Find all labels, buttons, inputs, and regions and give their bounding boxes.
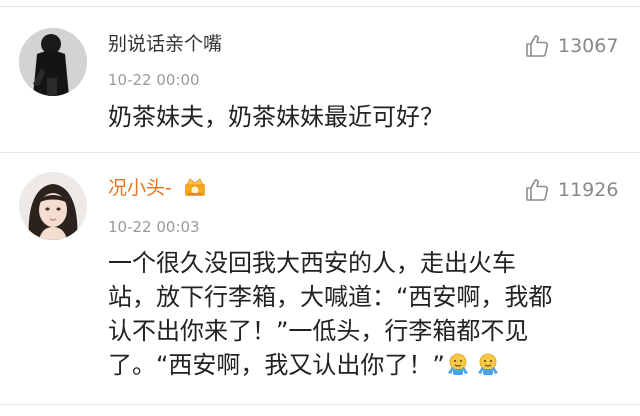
comment-line: 认不出你来了！”一低头，行李箱都不见	[108, 317, 529, 345]
comment-line: 站，放下行李箱，大喊道：“西安啊，我都	[108, 283, 553, 311]
like-count: 13067	[558, 35, 619, 57]
avatar-dark-figure-icon	[19, 28, 87, 96]
username[interactable]: 况小头-	[108, 176, 206, 200]
avatar-girl-portrait-icon	[19, 172, 87, 240]
avatar[interactable]	[19, 28, 87, 96]
like-button[interactable]: 13067	[524, 31, 618, 61]
username[interactable]: 别说话亲个嘴	[108, 32, 222, 56]
username-text: 况小头-	[108, 177, 172, 199]
like-count: 11926	[558, 179, 619, 201]
avatar[interactable]	[19, 172, 87, 240]
bottom-divider	[0, 404, 640, 405]
comment-line: 一个很久没回我大西安的人，走出火车	[108, 249, 516, 277]
crown-badge-icon	[184, 178, 205, 196]
thumbs-up-icon	[526, 179, 549, 201]
thumbs-up-icon	[526, 35, 549, 57]
shrug-emoji-icon	[447, 353, 468, 375]
comment-line: 了。“西安啊，我又认出你了！”	[108, 351, 445, 379]
timestamp: 10-22 00:03	[108, 218, 200, 236]
comment-item: 况小头- 10-22 00:03 11926 一个很久没回我大西安的人，走出火车…	[0, 152, 640, 402]
comment-line: 奶茶妹夫，奶茶妹妹最近可好？	[108, 103, 444, 131]
like-button[interactable]: 11926	[524, 175, 618, 205]
comment-line-last: 了。“西安啊，我又认出你了！”	[108, 348, 608, 382]
comment-item: 别说话亲个嘴 10-22 00:00 13067 奶茶妹夫，奶茶妹妹最近可好？	[0, 0, 640, 150]
timestamp: 10-22 00:00	[108, 71, 200, 89]
shrug-emoji-icon	[477, 353, 498, 375]
comment-text: 一个很久没回我大西安的人，走出火车 站，放下行李箱，大喊道：“西安啊，我都 认不…	[108, 246, 608, 382]
comment-text: 奶茶妹夫，奶茶妹妹最近可好？	[108, 100, 608, 134]
